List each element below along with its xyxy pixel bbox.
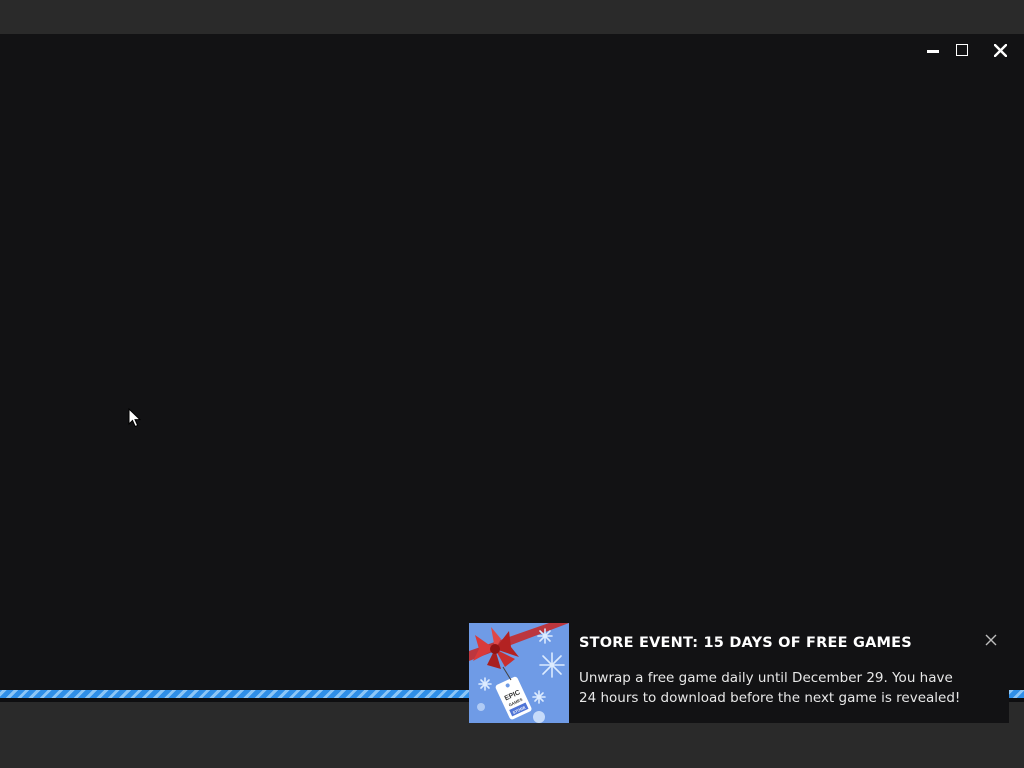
notification-title: STORE EVENT: 15 DAYS OF FREE GAMES bbox=[579, 635, 912, 651]
window-close-button[interactable] bbox=[985, 34, 1015, 66]
close-icon bbox=[993, 43, 1007, 57]
mouse-cursor-icon bbox=[128, 408, 142, 428]
maximize-icon bbox=[956, 44, 968, 56]
minimize-button[interactable] bbox=[918, 34, 948, 66]
launcher-window bbox=[0, 34, 1024, 690]
store-event-notification[interactable]: EPIC GAMES STORE STORE EVENT: 15 DAYS OF… bbox=[469, 623, 1009, 723]
minimize-icon bbox=[927, 49, 939, 53]
top-chrome-bar bbox=[0, 0, 1024, 34]
maximize-button[interactable] bbox=[947, 34, 977, 66]
epic-games-store-gift-tag-image: EPIC GAMES STORE bbox=[469, 623, 569, 723]
notification-body: Unwrap a free game daily until December … bbox=[579, 670, 961, 706]
close-icon[interactable] bbox=[985, 634, 997, 646]
notification-content: STORE EVENT: 15 DAYS OF FREE GAMES Unwra… bbox=[569, 623, 1009, 723]
